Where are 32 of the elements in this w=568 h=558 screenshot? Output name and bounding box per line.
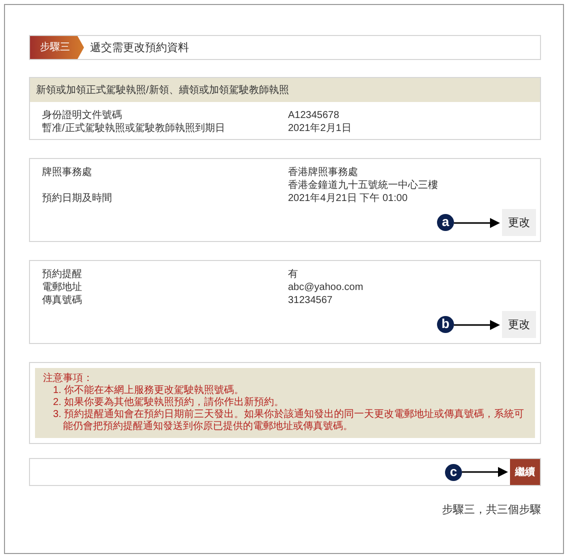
section-header: 新領或加領正式駕駛執照/新領、續領或加領駕駛教師執照: [30, 78, 540, 102]
field-value: A12345678: [288, 109, 340, 122]
field-value: 2021年4月21日 下午 01:00: [288, 192, 408, 205]
continue-button[interactable]: 繼續: [510, 459, 540, 485]
field-value: abc@yahoo.com: [288, 281, 364, 294]
field-value: 31234567: [288, 294, 332, 307]
field-value: 香港金鐘道九十五號統一中心三樓: [288, 179, 438, 192]
field-label: 身份證明文件號碼: [42, 109, 123, 122]
notes-title: 注意事項：: [43, 373, 94, 384]
step-badge: 步驟三: [30, 36, 84, 59]
note-text: 1. 你不能在本網上服務更改駕駛執照號碼。: [52, 385, 246, 396]
arrow-icon: [462, 467, 508, 477]
field-label: 預約提醒: [42, 268, 83, 281]
field-label: 預約日期及時間: [42, 192, 113, 205]
note-text: 2. 如果你要為其他駕駛執照預約，請你作出新預約。: [52, 397, 286, 408]
callout-marker: b: [437, 316, 454, 333]
step-title: 遞交需更改預約資料: [90, 40, 189, 55]
field-label: 電郵地址: [42, 281, 83, 294]
callout-marker: c: [445, 464, 462, 480]
step-indicator: 步驟三，共三個步驟: [441, 503, 541, 517]
arrow-icon: [454, 320, 500, 330]
arrow-icon: [454, 218, 500, 228]
field-value: 香港牌照事務處: [288, 166, 359, 179]
note-text: 3. 預約提醒通知會在預約日期前三天發出。如果你於該通知發出的同一天更改電郵地址或傳真號碼，系統可能仍會把預約提醒通知發送到你原已提供的電郵地址或傳真號碼。: [52, 409, 526, 433]
change-button[interactable]: 更改: [502, 311, 536, 338]
callout-marker: a: [437, 214, 454, 231]
field-label: 牌照事務處: [42, 166, 93, 180]
change-button[interactable]: 更改: [502, 209, 536, 236]
field-value: 2021年2月1日: [288, 122, 352, 135]
field-label: 傳真號碼: [42, 294, 83, 307]
field-label: 暫准/正式駕駛執照或駕駛教師執照到期日: [42, 122, 226, 135]
field-value: 有: [288, 268, 298, 281]
